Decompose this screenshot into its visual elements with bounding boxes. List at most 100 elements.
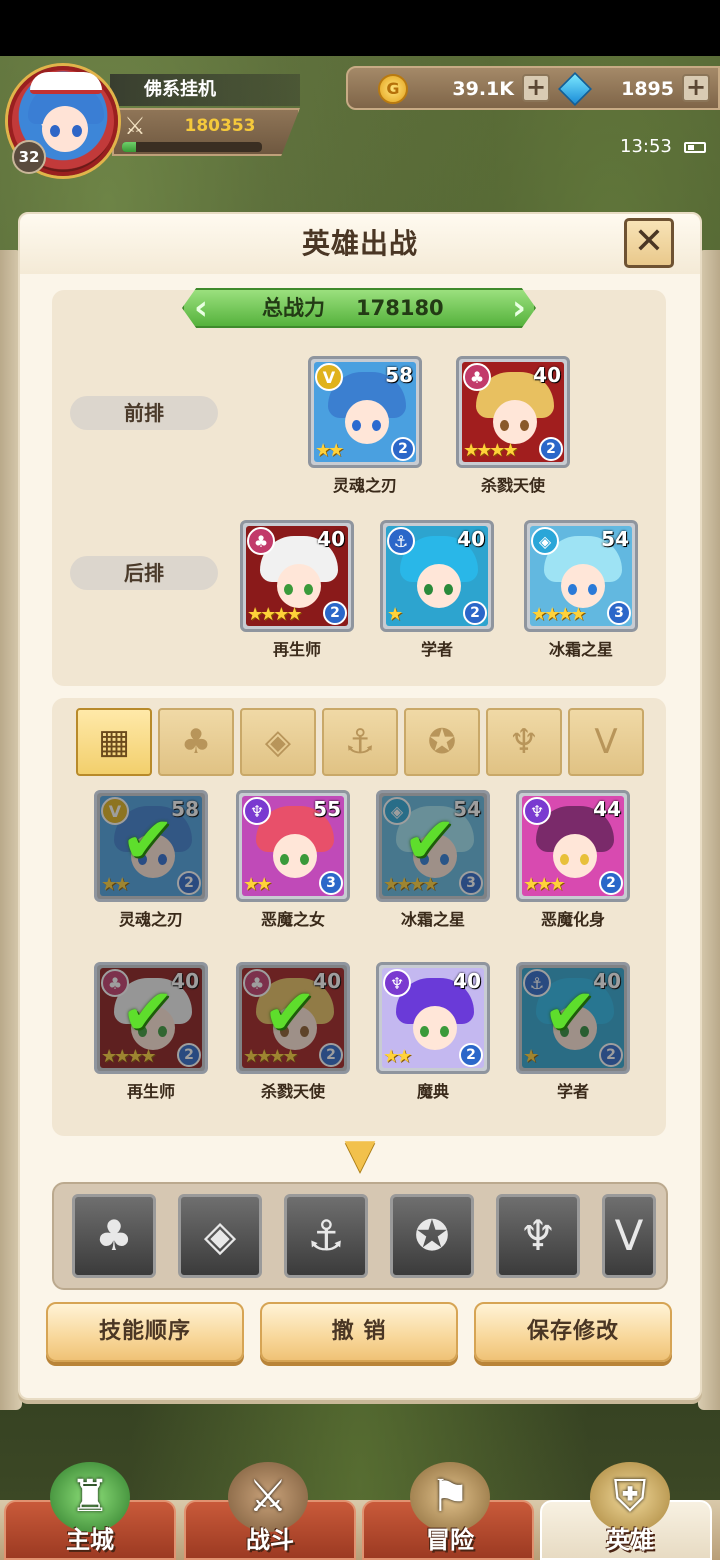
player-power-value: 180353 [184,116,256,136]
avatar-eye [50,125,60,137]
hero-name: 冰霜之星 [400,910,465,929]
close-button[interactable]: ✕ [624,218,674,268]
ice-faction-icon: ◈ [203,1211,237,1260]
back-row-label: 后排 [70,556,218,590]
avatar-hat [30,72,102,94]
filter-tab-forest[interactable]: ♣ [158,708,234,776]
scroll-down-icon[interactable]: ▼ [334,1134,386,1174]
faction-badge-icon: ◈ [531,527,559,555]
hero-card[interactable]: ◈ 54 ★★★★ 3 ✔ [376,790,490,902]
player-level-badge: 32 [12,140,46,174]
hero-level: 40 [533,363,561,387]
filter-tab-beast[interactable]: ✪ [404,708,480,776]
awaken-badge: 2 [463,601,487,625]
hero-stars: ★★★★ [247,604,303,625]
hero-level: 55 [313,797,341,821]
hero-card[interactable]: ♆ 40 ★★ 2 [376,962,490,1074]
filter-tab-anchor[interactable]: ⚓ [322,708,398,776]
hero-name: 杀戮天使 [260,1082,325,1101]
hero-eye [280,854,289,865]
faction-badge-icon: V [315,363,343,391]
checkmark-icon: ✔ [263,976,317,1050]
faction-bonus-ice[interactable]: ◈ [178,1194,262,1278]
undo-button[interactable]: 撤 销 [260,1302,458,1362]
hero-name: 再生师 [126,1082,175,1101]
faction-bonus-demon[interactable]: ♆ [496,1194,580,1278]
hero-card[interactable]: V 58 ★★ 2 ✔ [94,790,208,902]
faction-badge-icon: ⚓ [387,527,415,555]
demon-faction-icon: ♆ [508,722,540,762]
hero-card[interactable]: ⚓ 40 ★ 2 ✔ [516,962,630,1074]
hero-eye [568,584,577,595]
hero-name: 冰霜之星 [548,640,613,659]
hero-eye [424,584,433,595]
add-gold-button[interactable]: + [522,74,550,102]
faction-bonus-beast[interactable]: ✪ [390,1194,474,1278]
nav-label-adventure: 冒险 [426,1526,474,1554]
hero-card[interactable]: ♣ 40 ★★★★ 2 [456,356,570,468]
faction-badge-icon: ♣ [463,363,491,391]
hero-stars: ★★ [243,874,272,895]
filter-tab-all[interactable]: ▦ [76,708,152,776]
hero-card[interactable]: ♆ 44 ★★★ 2 [516,790,630,902]
hero-eye [500,420,509,431]
checkmark-icon: ✔ [403,804,457,878]
checkmark-icon: ✔ [121,976,175,1050]
skill-order-button[interactable]: 技能顺序 [46,1302,244,1362]
hero-eye [372,420,381,431]
total-power-label: 总战力 [262,296,325,320]
hero-stars: ★★★★ [531,604,587,625]
experience-bar [122,142,262,152]
all-faction-icon: ▦ [97,722,131,762]
filter-tab-dark[interactable]: V [568,708,644,776]
hero-level: 54 [601,527,629,551]
forest-faction-icon: ♣ [95,1211,133,1260]
hero-card[interactable]: ⚓ 40 ★ 2 [380,520,494,632]
hero-card[interactable]: ♣ 40 ★★★★ 2 ✔ [94,962,208,1074]
faction-badge-icon: ♆ [243,797,271,825]
awaken-badge: 2 [391,437,415,461]
awaken-badge: 2 [459,1043,483,1067]
hero-card[interactable]: ◈ 54 ★★★★ 3 [524,520,638,632]
hero-eye [304,584,313,595]
hero-eye [284,584,293,595]
hero-level: 40 [453,969,481,993]
hero-card[interactable]: ♣ 40 ★★★★ 2 [240,520,354,632]
front-row-label: 前排 [70,396,218,430]
hero-level: 44 [593,797,621,821]
faction-badge-icon: ♆ [383,969,411,997]
hero-card[interactable]: V 58 ★★ 2 [308,356,422,468]
hero-eye [352,420,361,431]
hero-eye [440,1026,449,1037]
hero-card[interactable]: ♣ 40 ★★★★ 2 ✔ [236,962,350,1074]
clock: 13:53 [620,136,672,157]
faction-bonus-dark[interactable]: V [602,1194,656,1278]
faction-badge-icon: ♆ [523,797,551,825]
hero-level: 40 [457,527,485,551]
hero-level: 58 [385,363,413,387]
hero-name: 灵魂之刃 [118,910,183,929]
hero-level: 40 [317,527,345,551]
hero-stars: ★★ [383,1046,412,1067]
add-gems-button[interactable]: + [682,74,710,102]
avatar-eye [72,125,82,137]
demon-faction-icon: ♆ [519,1211,557,1260]
hero-stars: ★★ [315,440,344,461]
forest-faction-icon: ♣ [180,722,212,762]
faction-bonus-anchor[interactable]: ⚓ [284,1194,368,1278]
hero-name: 恶魔之女 [260,910,325,929]
battery-icon [684,142,706,153]
hero-stars: ★ [387,604,403,625]
hero-eye [580,854,589,865]
experience-bar-fill [122,142,136,152]
faction-bonus-forest[interactable]: ♣ [72,1194,156,1278]
hero-eye [588,584,597,595]
hero-card[interactable]: ♆ 55 ★★ 3 [236,790,350,902]
save-changes-button[interactable]: 保存修改 [474,1302,672,1362]
filter-tab-demon[interactable]: ♆ [486,708,562,776]
nav-label-battle: 战斗 [246,1526,294,1554]
dialog-title: 英雄出战 [301,227,418,260]
awaken-badge: 2 [599,871,623,895]
hero-name: 学者 [556,1082,589,1101]
filter-tab-ice[interactable]: ◈ [240,708,316,776]
